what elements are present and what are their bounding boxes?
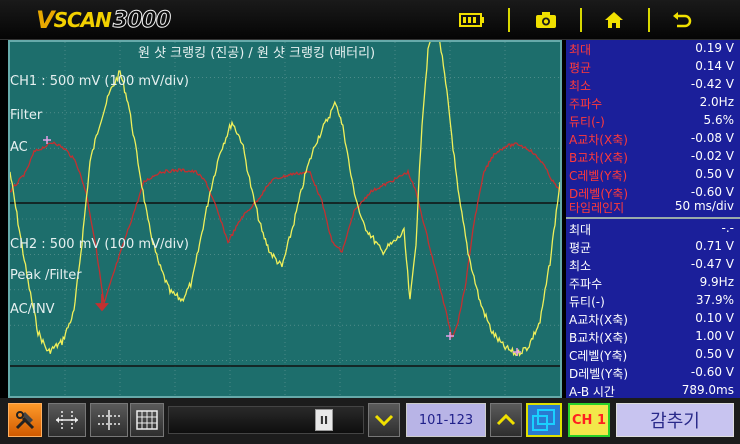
readout-row: 최소 -0.47 V xyxy=(566,256,740,274)
logo-v: V xyxy=(36,6,55,34)
readout-label: A교차(X축) xyxy=(569,313,628,327)
readout-label: 평균 xyxy=(569,241,592,255)
home-icon[interactable] xyxy=(590,0,638,40)
readout-label: D레벨(Y축) xyxy=(569,367,629,381)
top-bar: V SCAN 3000 xyxy=(0,0,740,40)
readout-value: -0.42 V xyxy=(690,77,734,91)
readout-value: -0.60 V xyxy=(690,185,734,199)
trigger-marker xyxy=(95,294,109,312)
cursor-y-icon[interactable] xyxy=(90,403,128,437)
grid-icon[interactable] xyxy=(130,403,164,437)
readout-label: 듀티(-) xyxy=(569,295,605,309)
readout-value: -.- xyxy=(721,221,734,235)
readout-value: -0.02 V xyxy=(690,149,734,163)
logo-scan: SCAN xyxy=(53,8,112,32)
readout-label: 듀티(-) xyxy=(569,115,605,129)
readout-row: 주파수 9.9Hz xyxy=(566,274,740,292)
readout-label: 최대 xyxy=(569,43,592,57)
readout-row: 주파수 2.0Hz xyxy=(566,94,740,112)
pause-glyph: II xyxy=(319,413,329,427)
readout-row: 평균 0.14 V xyxy=(566,58,740,76)
chevron-down-icon[interactable] xyxy=(368,403,400,437)
readout-label: C레벨(Y축) xyxy=(569,349,628,363)
readout-label: 최소 xyxy=(569,79,592,93)
readout-label: A교차(X축) xyxy=(569,133,628,147)
readout-value: 9.9Hz xyxy=(699,275,734,289)
readout-value: -0.60 V xyxy=(690,365,734,379)
camera-icon[interactable] xyxy=(522,0,570,40)
logo-number: 3000 xyxy=(112,7,171,33)
readout-value: 0.50 V xyxy=(695,167,734,181)
oscilloscope-plot[interactable]: 원 샷 크랭킹 (진공) / 원 샷 크랭킹 (배터리) CH1 : 500 m… xyxy=(8,40,562,398)
readout-label: B교차(X축) xyxy=(569,331,628,345)
time-scroll-slider[interactable]: II xyxy=(168,406,364,434)
ch1-coupling-label: AC xyxy=(10,140,28,155)
plot-title: 원 샷 크랭킹 (진공) / 원 샷 크랭킹 (배터리) xyxy=(138,46,376,61)
overlay-view-icon[interactable] xyxy=(526,403,562,437)
cursor-b-marker xyxy=(446,332,454,340)
timescale-value: 50 ms/div xyxy=(674,199,734,213)
cursor-x-icon[interactable] xyxy=(48,403,86,437)
toolbar-separator xyxy=(580,8,582,32)
ch2-filter-label: Peak /Filter xyxy=(10,268,82,283)
readout-label: 최대 xyxy=(569,223,592,237)
readout-row: A교차(X축) -0.08 V xyxy=(566,130,740,148)
readout-value: -0.47 V xyxy=(690,257,734,271)
toolbar-separator xyxy=(508,8,510,32)
battery-icon xyxy=(448,0,496,40)
timescale-row: 타임레인지 50 ms/div xyxy=(566,198,740,216)
readout-value: 1.00 V xyxy=(695,329,734,343)
toolbar-separator xyxy=(648,8,650,32)
page-range-display[interactable]: 101-123 xyxy=(406,403,486,437)
readout-row: D레벨(Y축) -0.60 V xyxy=(566,364,740,382)
readout-value: 789.0ms xyxy=(681,383,734,397)
readout-row: 최소 -0.42 V xyxy=(566,76,740,94)
ch1-filter-label: Filter xyxy=(10,108,43,123)
waveform-canvas xyxy=(10,42,560,396)
readout-row: 최대 0.19 V xyxy=(566,40,740,58)
readout-value: -0.08 V xyxy=(690,131,734,145)
readout-label: 평균 xyxy=(569,61,592,75)
timescale-label: 타임레인지 xyxy=(569,201,625,215)
readout-value: 37.9% xyxy=(695,293,734,307)
measurement-panel: 최대 0.19 V 평균 0.14 V 최소 -0.42 V 주파수 2.0Hz 듀티(-) 5.… xyxy=(566,40,740,399)
readout-row: C레벨(Y축) 0.50 V xyxy=(566,166,740,184)
readout-value: 2.0Hz xyxy=(699,95,734,109)
readout-row: A교차(X축) 0.10 V xyxy=(566,310,740,328)
back-icon[interactable] xyxy=(658,0,706,40)
tools-icon[interactable] xyxy=(8,403,42,437)
readout-value: 0.10 V xyxy=(695,311,734,325)
readout-value: 0.19 V xyxy=(695,41,734,55)
readout-row: 평균 0.71 V xyxy=(566,238,740,256)
readout-label: C레벨(Y축) xyxy=(569,169,628,183)
readout-label: B교차(X축) xyxy=(569,151,628,165)
ch2-coupling-label: AC/INV xyxy=(10,302,55,317)
readout-row: B교차(X축) 1.00 V xyxy=(566,328,740,346)
channel-select-button[interactable]: CH 1 xyxy=(568,403,610,437)
slider-thumb[interactable]: II xyxy=(315,409,333,431)
readout-label: 최소 xyxy=(569,259,592,273)
vscan-logo: V SCAN 3000 xyxy=(36,6,172,34)
ch2-scale-label: CH2 : 500 mV (100 mV/div) xyxy=(10,237,189,252)
chevron-up-icon[interactable] xyxy=(490,403,522,437)
readout-row: 최대 -.- xyxy=(566,220,740,238)
readout-value: 0.71 V xyxy=(695,239,734,253)
readout-row: 듀티(-) 37.9% xyxy=(566,292,740,310)
bottom-toolbar: II 101-123 CH 1 감추기 xyxy=(0,398,740,444)
readout-value: 0.50 V xyxy=(695,347,734,361)
readout-row: 듀티(-) 5.6% xyxy=(566,112,740,130)
readout-row: C레벨(Y축) 0.50 V xyxy=(566,346,740,364)
readout-label: 주파수 xyxy=(569,97,603,111)
readout-label: 주파수 xyxy=(569,277,603,291)
readout-value: 5.6% xyxy=(703,113,735,127)
hide-button[interactable]: 감추기 xyxy=(616,403,734,437)
readout-value: 0.14 V xyxy=(695,59,734,73)
ch1-scale-label: CH1 : 500 mV (100 mV/div) xyxy=(10,74,189,89)
readout-row: B교차(X축) -0.02 V xyxy=(566,148,740,166)
plot-grid xyxy=(10,42,560,396)
readout-divider xyxy=(566,217,740,219)
